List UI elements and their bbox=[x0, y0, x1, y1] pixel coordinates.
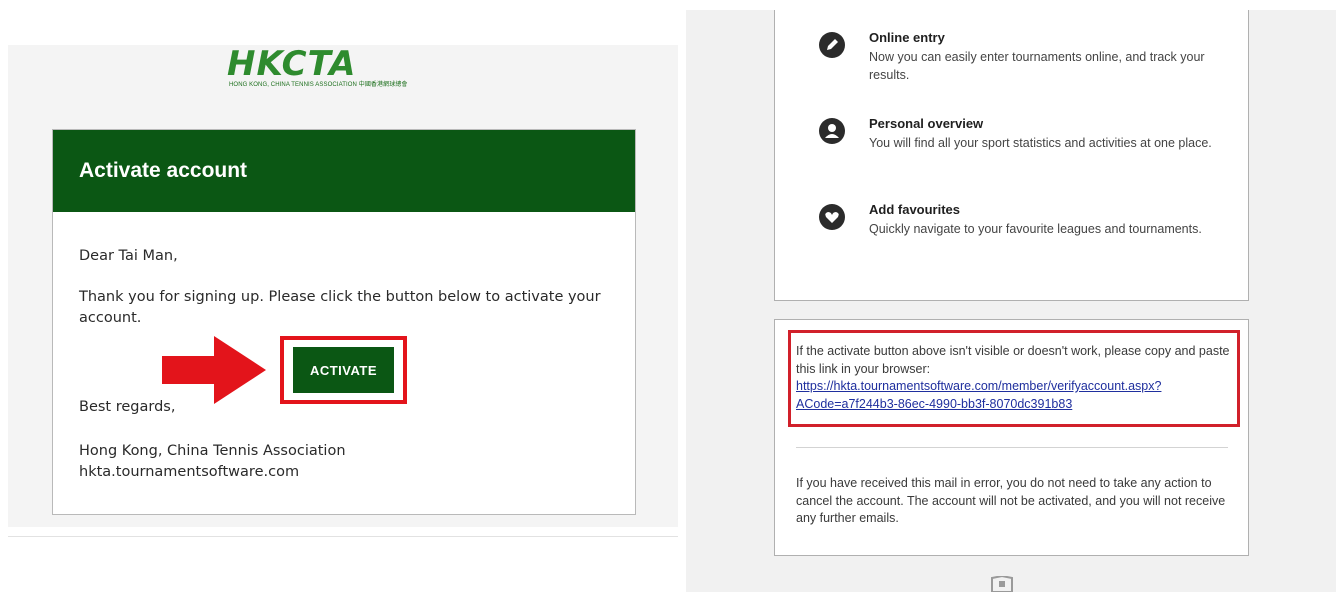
email-header-title: Activate account bbox=[79, 159, 248, 182]
logo-mark: HKCTA bbox=[227, 44, 357, 84]
verify-account-link-code[interactable]: ACode=a7f244b3-86ec-4990-bb3f-8070dc391b… bbox=[796, 396, 1072, 414]
activate-button[interactable]: ACTIVATE bbox=[293, 347, 394, 393]
feature-title: Add favourites bbox=[869, 202, 961, 217]
feature-desc: Now you can easily enter tournaments onl… bbox=[869, 50, 1205, 82]
hkcta-logo: HKCTA HONG KONG, CHINA TENNIS ASSOCIATIO… bbox=[227, 46, 463, 90]
shield-icon bbox=[991, 576, 1013, 592]
pencil-icon bbox=[819, 32, 845, 58]
error-notice-text: If you have received this mail in error,… bbox=[796, 476, 1226, 525]
feature-desc: Quickly navigate to your favourite leagu… bbox=[869, 222, 1202, 236]
email-header: Activate account bbox=[53, 130, 635, 212]
feature-desc: You will find all your sport statistics … bbox=[869, 136, 1212, 150]
red-arrow-icon bbox=[162, 336, 266, 404]
features-card: Online entry Now you can easily enter to… bbox=[774, 10, 1249, 301]
activation-email-card: Activate account Dear Tai Man, Thank you… bbox=[52, 129, 636, 515]
email-org-site: hkta.tournamentsoftware.com bbox=[79, 464, 300, 480]
email-greeting: Dear Tai Man, bbox=[79, 248, 178, 264]
feature-title: Personal overview bbox=[869, 116, 984, 131]
logo-subtitle: HONG KONG, CHINA TENNIS ASSOCIATION 中國香港… bbox=[229, 82, 408, 88]
left-divider-line bbox=[8, 536, 678, 537]
person-icon bbox=[819, 118, 845, 144]
email-body-text: Thank you for signing up. Please click t… bbox=[79, 289, 601, 326]
email-signoff: Best regards, bbox=[79, 399, 176, 415]
email-org-name: Hong Kong, China Tennis Association bbox=[79, 443, 346, 459]
section-divider bbox=[796, 447, 1228, 448]
heart-icon bbox=[819, 204, 845, 230]
fallback-intro-text: If the activate button above isn't visib… bbox=[796, 344, 1230, 376]
feature-title: Online entry bbox=[869, 30, 945, 45]
fallback-link-card: If the activate button above isn't visib… bbox=[774, 319, 1249, 556]
verify-account-link[interactable]: https://hkta.tournamentsoftware.com/memb… bbox=[796, 378, 1161, 396]
